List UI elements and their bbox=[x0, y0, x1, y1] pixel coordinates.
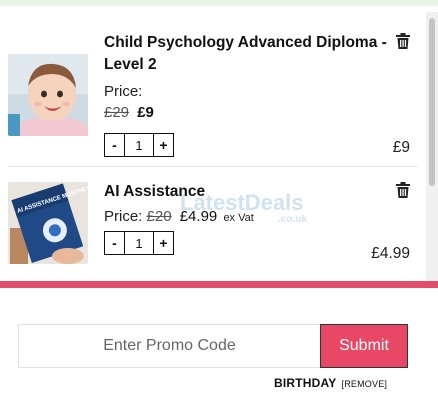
line-total: £9 bbox=[392, 139, 410, 156]
cart-panel: Child Psychology Advanced Diploma - Leve… bbox=[0, 6, 438, 288]
qty-decrease-button[interactable]: - bbox=[105, 232, 125, 254]
new-price: £9 bbox=[137, 104, 154, 121]
cart-item: AI ASSISTANCE MONTHLY AI Assistance Pric… bbox=[0, 176, 426, 282]
applied-coupon: BIRTHDAY [REMOVE] bbox=[274, 376, 387, 390]
qty-increase-button[interactable]: + bbox=[153, 232, 173, 254]
accent-divider bbox=[0, 281, 438, 288]
old-price: £20 bbox=[146, 208, 172, 225]
cart-item-list[interactable]: Child Psychology Advanced Diploma - Leve… bbox=[0, 6, 426, 282]
watermark-domain: .co.uk bbox=[278, 214, 307, 225]
coupon-code: BIRTHDAY bbox=[274, 376, 337, 390]
price-label: Price: bbox=[104, 83, 143, 100]
product-image-ai-assistance[interactable]: AI ASSISTANCE MONTHLY bbox=[8, 182, 88, 264]
submit-button[interactable]: Submit bbox=[320, 324, 408, 368]
remove-coupon-link[interactable]: [REMOVE] bbox=[342, 379, 388, 389]
qty-value[interactable]: 1 bbox=[125, 232, 153, 254]
promo-code-input[interactable] bbox=[18, 324, 320, 368]
qty-increase-button[interactable]: + bbox=[153, 134, 173, 156]
price-line: Price: £20 £4.99 ex Vat bbox=[104, 208, 254, 225]
new-price: £4.99 bbox=[179, 208, 218, 225]
line-total: £4.99 bbox=[371, 245, 410, 262]
item-divider bbox=[8, 166, 418, 167]
quantity-stepper: - 1 + bbox=[104, 231, 174, 255]
product-title[interactable]: AI Assistance bbox=[104, 181, 364, 203]
old-price: £29 bbox=[104, 104, 130, 121]
qty-decrease-button[interactable]: - bbox=[105, 134, 125, 156]
trash-icon[interactable] bbox=[396, 33, 410, 49]
product-image-baby[interactable] bbox=[8, 54, 88, 136]
quantity-stepper: - 1 + bbox=[104, 133, 174, 157]
promo-code-form: Submit bbox=[18, 324, 408, 368]
product-title[interactable]: Child Psychology Advanced Diploma - Leve… bbox=[104, 32, 389, 76]
price-label: Price: bbox=[104, 208, 143, 225]
vat-note: ex Vat bbox=[223, 212, 254, 224]
trash-icon[interactable] bbox=[396, 182, 410, 198]
cart-item: Child Psychology Advanced Diploma - Leve… bbox=[0, 6, 426, 166]
qty-value[interactable]: 1 bbox=[125, 134, 153, 156]
price-values: £29 £9 bbox=[104, 104, 154, 121]
scrollbar-thumb[interactable] bbox=[429, 18, 435, 186]
scrollbar[interactable] bbox=[426, 12, 438, 288]
